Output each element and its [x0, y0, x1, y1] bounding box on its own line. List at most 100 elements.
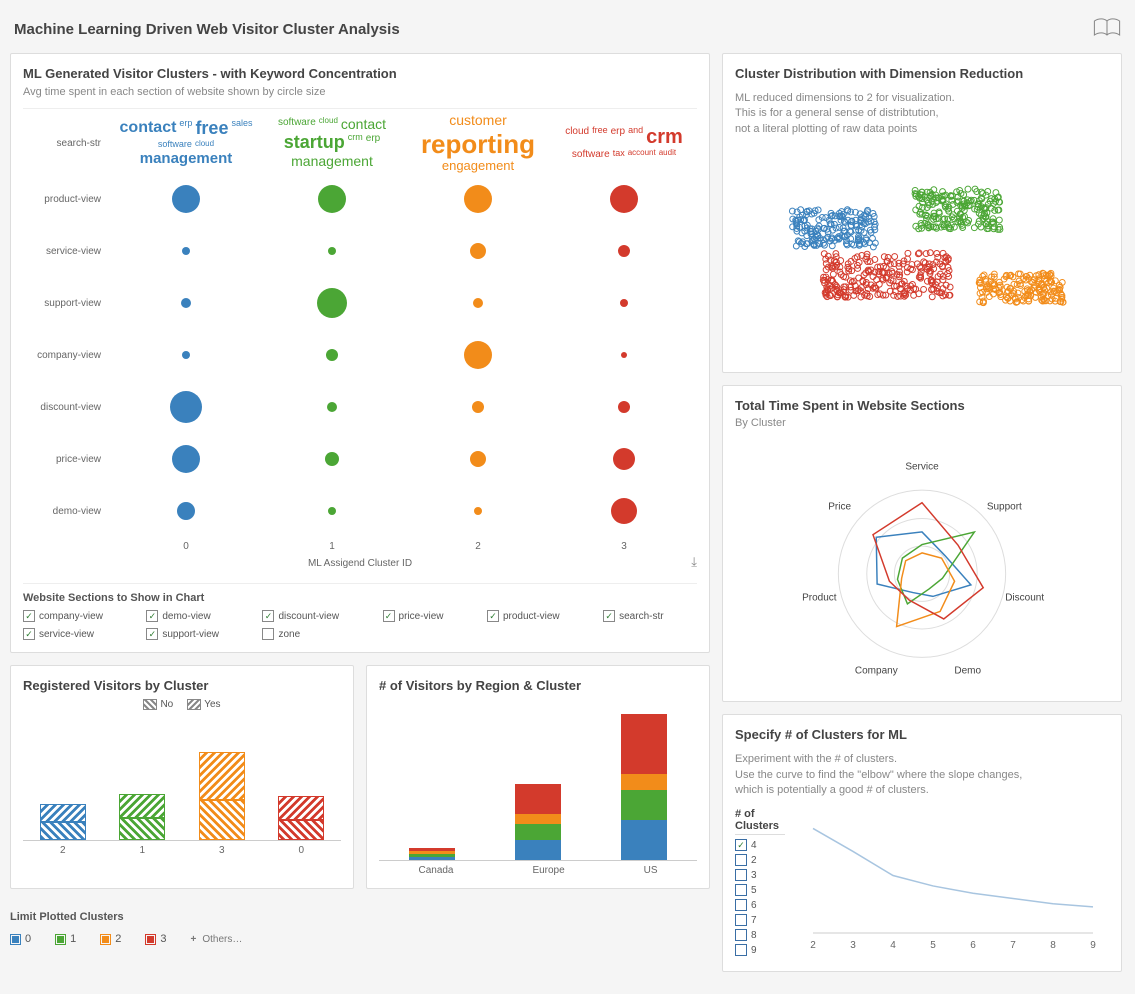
limit-cluster-0[interactable]: 0: [10, 933, 31, 945]
bubble-cell[interactable]: [259, 173, 405, 225]
bubble-cell[interactable]: [405, 173, 551, 225]
elbow-option-5[interactable]: 5: [735, 884, 785, 896]
elbow-option-4[interactable]: 4: [735, 839, 785, 851]
svg-text:3: 3: [850, 940, 856, 951]
section-filter-demo-view[interactable]: demo-view: [146, 610, 252, 622]
bubble-cell[interactable]: [405, 277, 551, 329]
checkbox-icon[interactable]: [735, 854, 747, 866]
checkbox-icon[interactable]: [23, 628, 35, 640]
row-label-service-view: service-view: [23, 225, 113, 277]
bubble-cell[interactable]: [551, 173, 697, 225]
checkbox-icon[interactable]: [146, 610, 158, 622]
svg-text:9: 9: [1090, 940, 1096, 951]
registered-bar[interactable]: [199, 752, 245, 840]
registered-xaxis-label: 0: [298, 845, 304, 856]
scatter-chart[interactable]: [735, 137, 1109, 357]
registered-xaxis-label: 1: [139, 845, 145, 856]
bubble-cell[interactable]: [259, 277, 405, 329]
checkbox-icon[interactable]: [603, 610, 615, 622]
bubble-cell[interactable]: [259, 225, 405, 277]
elbow-option-7[interactable]: 7: [735, 914, 785, 926]
checkbox-icon[interactable]: [23, 610, 35, 622]
elbow-option-6[interactable]: 6: [735, 899, 785, 911]
bubble-cell[interactable]: [113, 381, 259, 433]
radar-axis-label: Discount: [1005, 592, 1044, 603]
bubble-cell[interactable]: [551, 485, 697, 537]
checkbox-icon[interactable]: [383, 610, 395, 622]
bubble-cell[interactable]: [259, 381, 405, 433]
bubble-cell[interactable]: [405, 433, 551, 485]
xaxis-3: 3: [551, 541, 697, 552]
page-title: Machine Learning Driven Web Visitor Clus…: [14, 21, 400, 38]
svg-text:5: 5: [930, 940, 936, 951]
bubble-cell[interactable]: [405, 225, 551, 277]
checkbox-icon[interactable]: [146, 628, 158, 640]
checkbox-icon[interactable]: [262, 610, 274, 622]
region-panel: # of Visitors by Region & Cluster Canada…: [366, 665, 710, 889]
registered-bar[interactable]: [40, 804, 86, 840]
radar-chart[interactable]: ServiceSupportDiscountDemoCompanyProduct…: [735, 429, 1109, 689]
bubble-cell[interactable]: [551, 329, 697, 381]
region-bar[interactable]: [409, 848, 455, 860]
download-icon[interactable]: ⤓: [691, 554, 697, 570]
bubble-cell[interactable]: [113, 485, 259, 537]
section-filter-price-view[interactable]: price-view: [383, 610, 477, 622]
region-xaxis-label: Europe: [532, 865, 564, 876]
section-filter-search-str[interactable]: search-str: [603, 610, 697, 622]
checkbox-icon[interactable]: [735, 944, 747, 956]
bubble-cell[interactable]: [113, 329, 259, 381]
registered-bar[interactable]: [278, 796, 324, 840]
section-filter-support-view[interactable]: support-view: [146, 628, 252, 640]
checkbox-icon[interactable]: [735, 839, 747, 851]
section-filter-service-view[interactable]: service-view: [23, 628, 136, 640]
elbow-option-8[interactable]: 8: [735, 929, 785, 941]
bubble-cell[interactable]: [259, 329, 405, 381]
checkbox-icon[interactable]: [735, 899, 747, 911]
registered-title: Registered Visitors by Cluster: [23, 678, 341, 693]
bubble-cell[interactable]: [113, 173, 259, 225]
checkbox-icon[interactable]: [735, 884, 747, 896]
limit-cluster-1[interactable]: 1: [55, 933, 76, 945]
elbow-option-3[interactable]: 3: [735, 869, 785, 881]
radar-subtitle: By Cluster: [735, 417, 1109, 429]
bubble-cell[interactable]: [551, 277, 697, 329]
section-filter-product-view[interactable]: product-view: [487, 610, 593, 622]
bubble-cell[interactable]: [551, 381, 697, 433]
checkbox-icon[interactable]: [735, 914, 747, 926]
registered-bar[interactable]: [119, 794, 165, 840]
limit-cluster-3[interactable]: 3: [145, 933, 166, 945]
elbow-chart[interactable]: 23456789: [793, 808, 1103, 958]
bubble-cell[interactable]: [551, 433, 697, 485]
radar-axis-label: Price: [828, 502, 851, 513]
radar-title: Total Time Spent in Website Sections: [735, 398, 1109, 413]
bubble-cell[interactable]: [405, 329, 551, 381]
elbow-option-2[interactable]: 2: [735, 854, 785, 866]
section-filter-company-view[interactable]: company-view: [23, 610, 136, 622]
bubble-cell[interactable]: [113, 277, 259, 329]
bubble-cell[interactable]: [551, 225, 697, 277]
checkbox-icon[interactable]: [735, 929, 747, 941]
bubble-cell[interactable]: [113, 433, 259, 485]
section-filter-discount-view[interactable]: discount-view: [262, 610, 372, 622]
elbow-option-9[interactable]: 9: [735, 944, 785, 956]
region-bar[interactable]: [515, 784, 561, 860]
radar-axis-label: Demo: [954, 665, 981, 676]
section-filter-zone[interactable]: zone: [262, 628, 372, 640]
elbow-title: Specify # of Clusters for ML: [735, 727, 1109, 742]
region-xaxis-label: US: [644, 865, 658, 876]
limit-cluster-2[interactable]: 2: [100, 933, 121, 945]
checkbox-icon[interactable]: [735, 869, 747, 881]
bubble-cell[interactable]: [259, 433, 405, 485]
bubble-cell[interactable]: [405, 381, 551, 433]
wordcloud-3: cloudfreeerpandcrmsoftwaretaxaccountaudi…: [551, 113, 697, 173]
region-xaxis-label: Canada: [418, 865, 453, 876]
docs-book-icon[interactable]: [1093, 18, 1121, 41]
bubble-cell[interactable]: [405, 485, 551, 537]
region-bar[interactable]: [621, 714, 667, 860]
checkbox-icon[interactable]: [487, 610, 499, 622]
svg-text:6: 6: [970, 940, 976, 951]
bubble-cell[interactable]: [113, 225, 259, 277]
limit-others[interactable]: +Others…: [191, 934, 243, 945]
checkbox-icon[interactable]: [262, 628, 274, 640]
bubble-cell[interactable]: [259, 485, 405, 537]
